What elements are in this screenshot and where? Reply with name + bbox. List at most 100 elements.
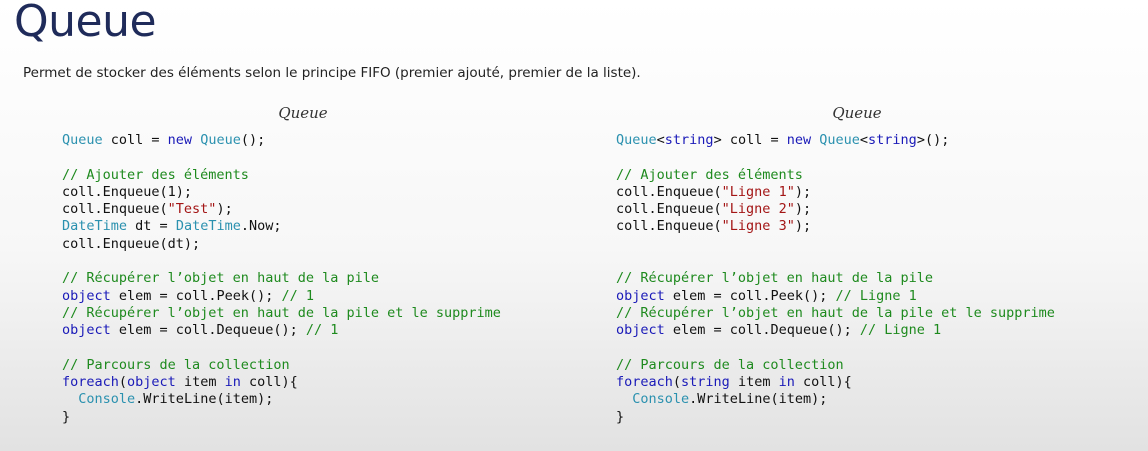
code-token: // Parcours de la collection: [616, 356, 844, 373]
code-line: coll.Enqueue("Test");: [62, 201, 501, 218]
code-line: Console.WriteLine(item);: [616, 391, 1055, 408]
code-token: "Ligne 3": [721, 218, 795, 235]
code-token: // 1: [305, 322, 339, 339]
code-token: item: [729, 374, 779, 391]
code-token: foreach: [62, 374, 119, 391]
code-token: Queue: [819, 132, 860, 148]
code-token: // 1: [281, 287, 314, 304]
code-token: Queue: [200, 132, 241, 148]
code-token: elem = coll.Dequeue();: [110, 322, 306, 339]
code-token: string: [664, 132, 714, 148]
right-code-block: Queue<string> coll = new Queue<string>()…: [616, 132, 1055, 426]
code-token: dt =: [127, 218, 176, 235]
code-token: // Ajouter des éléments: [616, 166, 803, 183]
code-token: // Parcours de la collection: [62, 356, 290, 373]
code-token: // Ligne 1: [835, 287, 917, 304]
code-line: Queue<string> coll = new Queue<string>()…: [616, 132, 1055, 149]
code-token: object: [62, 287, 111, 304]
code-line: coll.Enqueue("Ligne 1");: [616, 184, 1055, 201]
code-token: <: [859, 132, 869, 148]
code-token: coll.Enqueue(: [616, 201, 722, 218]
code-line: object elem = coll.Peek(); // 1: [62, 288, 501, 305]
code-token: "Test": [167, 201, 217, 218]
code-line: foreach(object item in coll){: [62, 374, 501, 391]
right-column-heading: Queue: [832, 104, 882, 122]
code-token: "Ligne 2": [721, 201, 795, 218]
code-token: DateTime: [175, 218, 241, 235]
code-line: // Récupérer l’objet en haut de la pile …: [62, 305, 501, 322]
code-token: // Récupérer l’objet en haut de la pile: [616, 270, 933, 287]
code-token: item: [175, 374, 225, 391]
code-token: coll){: [240, 374, 298, 391]
code-line: DateTime dt = DateTime.Now;: [62, 218, 501, 235]
code-line: // Ajouter des éléments: [616, 167, 1055, 184]
code-line: // Récupérer l’objet en haut de la pile: [616, 270, 1055, 287]
code-token: }: [616, 408, 625, 425]
code-token: object: [127, 374, 176, 391]
code-token: coll.Enqueue(: [62, 201, 168, 218]
code-token: // Récupérer l’objet en haut de la pile …: [616, 304, 1055, 321]
code-token: object: [616, 287, 665, 304]
left-column-heading: Queue: [278, 104, 328, 122]
code-token: coll.Enqueue(dt);: [62, 235, 201, 252]
code-line: coll.Enqueue("Ligne 3");: [616, 218, 1055, 235]
code-token: .WriteLine(item);: [135, 391, 274, 408]
code-line: }: [62, 409, 501, 426]
code-token: <: [656, 132, 665, 148]
code-token: ();: [240, 132, 266, 148]
code-token: }: [62, 408, 71, 425]
code-line: foreach(string item in coll){: [616, 374, 1055, 391]
code-token: // Ligne 1: [859, 322, 942, 339]
code-token: coll.Enqueue(: [616, 183, 722, 200]
code-token: object: [616, 322, 665, 339]
code-token: .WriteLine(item);: [689, 391, 828, 408]
code-token: "Ligne 1": [721, 183, 795, 200]
code-token: > coll =: [713, 132, 787, 148]
code-token: >();: [916, 132, 950, 148]
code-token: elem = coll.Peek();: [664, 287, 836, 304]
code-token: // Récupérer l’objet en haut de la pile …: [62, 304, 501, 321]
code-token: new: [786, 132, 812, 148]
code-token: .Now;: [240, 218, 282, 235]
code-token: Console: [632, 391, 690, 408]
code-line: object elem = coll.Dequeue(); // Ligne 1: [616, 322, 1055, 339]
code-token: foreach: [616, 374, 673, 391]
code-line: // Parcours de la collection: [616, 357, 1055, 374]
slide-title: Queue: [14, 0, 157, 47]
code-line: // Parcours de la collection: [62, 357, 501, 374]
code-token: );: [794, 183, 812, 200]
left-code-block: Queue coll = new Queue(); // Ajouter des…: [62, 132, 501, 426]
code-token: (: [672, 374, 682, 391]
code-token: coll){: [794, 374, 852, 391]
code-token: string: [681, 374, 730, 391]
code-line: coll.Enqueue("Ligne 2");: [616, 201, 1055, 218]
code-line: Queue coll = new Queue();: [62, 132, 501, 149]
code-token: );: [216, 201, 233, 218]
code-token: in: [224, 374, 241, 391]
code-token: new: [167, 132, 193, 148]
code-line: object elem = coll.Dequeue(); // 1: [62, 322, 501, 339]
code-token: coll =: [102, 132, 168, 148]
code-token: );: [794, 218, 812, 235]
code-line: }: [616, 409, 1055, 426]
slide-description: Permet de stocker des éléments selon le …: [23, 65, 641, 81]
code-token: // Ajouter des éléments: [62, 166, 249, 183]
code-token: );: [794, 201, 812, 218]
code-token: (: [118, 374, 128, 391]
code-token: Console: [78, 391, 136, 408]
code-line: // Récupérer l’objet en haut de la pile …: [616, 305, 1055, 322]
code-token: elem = coll.Dequeue();: [664, 322, 860, 339]
code-token: Queue: [616, 132, 657, 148]
code-token: elem = coll.Peek();: [110, 287, 282, 304]
code-token: coll.Enqueue(: [616, 218, 722, 235]
code-line: coll.Enqueue(dt);: [62, 236, 501, 253]
